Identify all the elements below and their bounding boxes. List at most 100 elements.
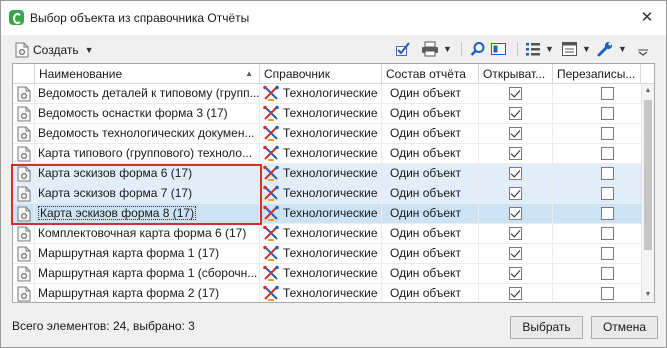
open-checkbox[interactable] xyxy=(509,127,522,140)
cell-composition: Один объект xyxy=(382,144,479,163)
rewrite-checkbox[interactable] xyxy=(601,107,614,120)
chevron-down-icon: ▼ xyxy=(618,44,627,54)
cell-composition: Один объект xyxy=(382,84,479,103)
open-checkbox[interactable] xyxy=(509,247,522,260)
cell-reference: Технологические xyxy=(260,104,382,123)
open-checkbox[interactable] xyxy=(509,287,522,300)
column-header-composition[interactable]: Состав отчёта xyxy=(382,64,479,84)
compass-icon xyxy=(262,125,280,142)
scroll-up-icon[interactable]: ▲ xyxy=(642,84,654,98)
compass-icon xyxy=(262,225,280,242)
compass-icon xyxy=(262,285,280,302)
scrollbar-thumb[interactable] xyxy=(644,100,652,250)
window-title: Выбор объекта из справочника Отчёты xyxy=(30,11,250,25)
scroll-down-icon[interactable]: ▼ xyxy=(642,288,654,302)
cell-composition: Один объект xyxy=(382,284,479,302)
table-row[interactable]: Ведомость оснастки форма 3 (17) Технологи… xyxy=(13,104,641,124)
cell-reference: Технологические xyxy=(260,184,382,203)
report-doc-icon xyxy=(13,164,35,183)
table-row[interactable]: Карта эскизов форма 8 (17) Технологически… xyxy=(13,204,641,224)
create-button[interactable]: Создать ▼ xyxy=(15,40,94,59)
cell-reference: Технологические xyxy=(260,144,382,163)
table-row[interactable]: Карта эскизов форма 7 (17) Технологически… xyxy=(13,184,641,204)
rewrite-checkbox[interactable] xyxy=(601,287,614,300)
cell-rewrite xyxy=(553,264,641,283)
check-all-button[interactable] xyxy=(395,40,412,58)
column-header-filler xyxy=(641,64,654,84)
table-row[interactable]: Маршрутная карта форма 1 (сборочн... Техн… xyxy=(13,264,641,284)
cell-open xyxy=(479,204,553,223)
rewrite-checkbox[interactable] xyxy=(601,167,614,180)
column-header-reference[interactable]: Справочник xyxy=(260,64,382,84)
table-row[interactable]: Маршрутная карта форма 1 (17) Технологиче… xyxy=(13,244,641,264)
rewrite-checkbox[interactable] xyxy=(601,247,614,260)
vertical-scrollbar[interactable]: ▲ ▼ xyxy=(641,84,654,302)
table-row[interactable]: Карта эскизов форма 6 (17) Технологически… xyxy=(13,164,641,184)
toolbar-overflow-button[interactable] xyxy=(637,40,649,58)
open-checkbox[interactable] xyxy=(509,107,522,120)
chevron-down-icon: ▼ xyxy=(545,44,554,54)
open-checkbox[interactable] xyxy=(509,207,522,220)
cell-rewrite xyxy=(553,244,641,263)
rewrite-checkbox[interactable] xyxy=(601,267,614,280)
search-button[interactable] xyxy=(470,40,486,58)
table-row[interactable]: Комплектовочная карта форма 6 (17) Технол… xyxy=(13,224,641,244)
column-header-rewrite[interactable]: Перезаписы... xyxy=(553,64,641,84)
select-button[interactable]: Выбрать xyxy=(510,316,583,339)
cancel-button[interactable]: Отмена xyxy=(591,316,658,339)
cell-rewrite xyxy=(553,284,641,302)
table-row[interactable]: Карта типового (группового) техноло... Те… xyxy=(13,144,641,164)
print-button[interactable]: ▼ xyxy=(421,40,452,58)
rewrite-checkbox[interactable] xyxy=(601,87,614,100)
table-row[interactable]: Ведомость технологических докумен... Техн… xyxy=(13,124,641,144)
cell-open xyxy=(479,84,553,103)
column-header-name[interactable]: Наименование ▲ xyxy=(35,64,260,84)
compass-icon xyxy=(262,145,280,162)
columns-button[interactable]: ▼ xyxy=(561,40,591,58)
cell-rewrite xyxy=(553,144,641,163)
settings-button[interactable]: ▼ xyxy=(597,40,627,58)
cell-composition: Один объект xyxy=(382,244,479,263)
open-checkbox[interactable] xyxy=(509,147,522,160)
printer-icon xyxy=(422,41,438,57)
compass-icon xyxy=(262,245,280,262)
cell-reference: Технологические xyxy=(260,124,382,143)
rewrite-checkbox[interactable] xyxy=(601,127,614,140)
list-view-button[interactable]: ▼ xyxy=(525,40,554,58)
cell-name: Ведомость технологических докумен... xyxy=(35,124,260,143)
status-text: Всего элементов: 24, выбрано: 3 xyxy=(12,319,195,333)
cell-rewrite xyxy=(553,84,641,103)
compass-icon xyxy=(262,105,280,122)
table-row[interactable]: Ведомость деталей к типовому (групп... Те… xyxy=(13,84,641,104)
report-doc-icon xyxy=(13,84,35,103)
report-doc-icon xyxy=(13,124,35,143)
cell-name: Маршрутная карта форма 1 (сборочн... xyxy=(35,264,260,283)
rewrite-checkbox[interactable] xyxy=(601,147,614,160)
cell-rewrite xyxy=(553,224,641,243)
open-checkbox[interactable] xyxy=(509,267,522,280)
rewrite-checkbox[interactable] xyxy=(601,187,614,200)
cell-open xyxy=(479,284,553,302)
panel-button[interactable] xyxy=(490,40,507,58)
cell-open xyxy=(479,124,553,143)
table-row[interactable]: Маршрутная карта форма 2 (17) Технологиче… xyxy=(13,284,641,302)
open-checkbox[interactable] xyxy=(509,87,522,100)
open-checkbox[interactable] xyxy=(509,187,522,200)
check-all-icon xyxy=(396,42,410,56)
cell-composition: Один объект xyxy=(382,224,479,243)
column-header-icon[interactable] xyxy=(13,64,35,84)
compass-icon xyxy=(262,205,280,222)
report-doc-icon xyxy=(13,264,35,283)
panel-icon xyxy=(491,43,506,55)
open-checkbox[interactable] xyxy=(509,167,522,180)
wrench-icon xyxy=(597,41,613,57)
close-button[interactable]: ✕ xyxy=(636,7,658,29)
report-doc-icon xyxy=(13,244,35,263)
open-checkbox[interactable] xyxy=(509,227,522,240)
column-header-open[interactable]: Открыват... xyxy=(479,64,553,84)
cell-rewrite xyxy=(553,204,641,223)
rewrite-checkbox[interactable] xyxy=(601,207,614,220)
chevron-down-icon: ▼ xyxy=(443,44,452,54)
rewrite-checkbox[interactable] xyxy=(601,227,614,240)
compass-icon xyxy=(262,165,280,182)
